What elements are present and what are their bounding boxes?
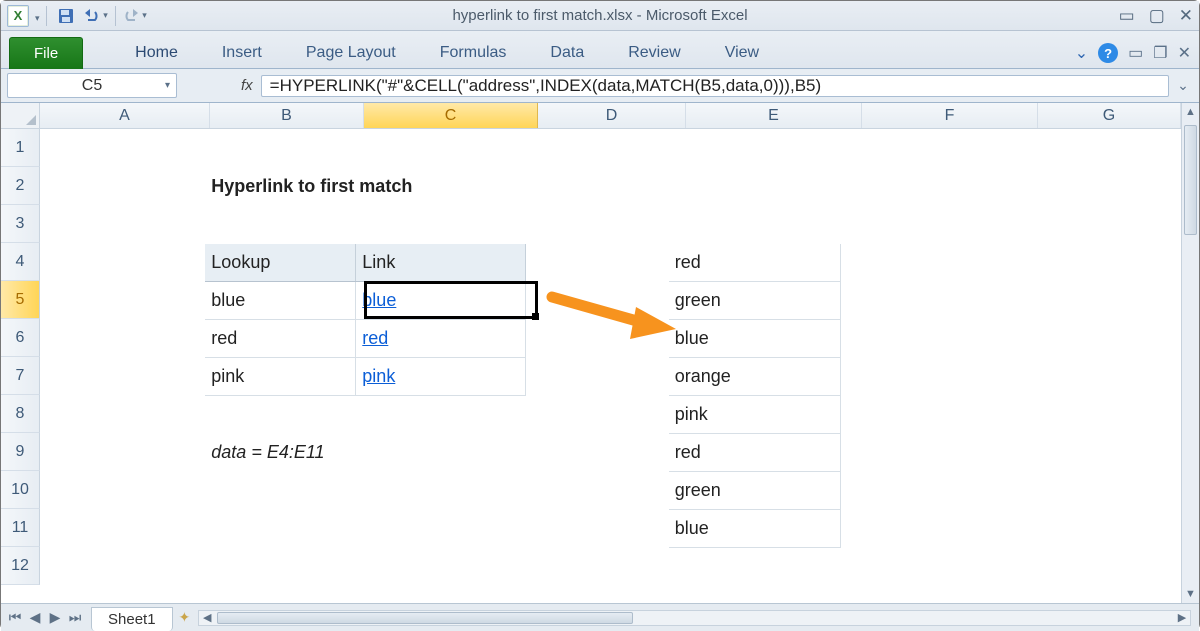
cell-B6[interactable]: red <box>205 320 356 358</box>
hyperlink[interactable]: blue <box>362 290 396 310</box>
help-icon[interactable]: ? <box>1098 43 1118 63</box>
scroll-down-icon[interactable]: ▼ <box>1182 585 1199 603</box>
ribbon-minimize-chevron-icon[interactable]: ⌄ <box>1075 43 1088 63</box>
cell-E10[interactable]: green <box>668 472 840 510</box>
vertical-scrollbar[interactable]: ▲ ▼ <box>1181 103 1199 603</box>
row-header-12[interactable]: 12 <box>1 547 40 585</box>
tab-insert[interactable]: Insert <box>200 38 284 68</box>
row-header-4[interactable]: 4 <box>1 243 40 281</box>
redo-icon[interactable] <box>122 4 148 28</box>
new-sheet-icon[interactable]: ✦ <box>179 609 191 626</box>
col-header-D[interactable]: D <box>538 103 686 128</box>
hscroll-left-icon[interactable]: ◀ <box>199 611 215 625</box>
ribbon-tabs: File Home Insert Page Layout Formulas Da… <box>1 31 1199 69</box>
workbook-restore-icon[interactable]: ❐ <box>1153 43 1167 63</box>
undo-icon[interactable] <box>83 4 109 28</box>
cell-E6[interactable]: blue <box>668 320 840 358</box>
scroll-thumb[interactable] <box>1184 125 1197 235</box>
col-header-B[interactable]: B <box>210 103 364 128</box>
cell-C5[interactable]: blue <box>356 282 525 320</box>
row-header-5[interactable]: 5 <box>1 281 40 319</box>
tab-review[interactable]: Review <box>606 38 702 68</box>
excel-logo-icon: X <box>7 5 29 27</box>
hyperlink[interactable]: pink <box>362 366 395 386</box>
workbook-close-icon[interactable]: ✕ <box>1178 43 1191 63</box>
sheet-nav-last-icon[interactable]: ⏭ <box>65 608 85 628</box>
tab-data[interactable]: Data <box>528 38 606 68</box>
tab-view[interactable]: View <box>703 38 781 68</box>
fx-label[interactable]: fx <box>237 77 257 94</box>
formula-bar: C5 ✕ ✓ fx =HYPERLINK("#"&CELL("address",… <box>1 69 1199 103</box>
row-header-8[interactable]: 8 <box>1 395 40 433</box>
formula-expand-icon[interactable]: ⌄ <box>1173 77 1193 94</box>
cell-E4[interactable]: red <box>668 244 840 282</box>
col-header-C[interactable]: C <box>364 103 538 128</box>
row-header-10[interactable]: 10 <box>1 471 40 509</box>
row-header-7[interactable]: 7 <box>1 357 40 395</box>
column-headers: A B C D E F G <box>40 103 1181 129</box>
sheet-nav-first-icon[interactable]: ⏮ <box>5 608 25 628</box>
col-header-E[interactable]: E <box>686 103 862 128</box>
cell-E9[interactable]: red <box>668 434 840 472</box>
cell-E5[interactable]: green <box>668 282 840 320</box>
workbook-minimize-icon[interactable]: ▭ <box>1128 43 1143 63</box>
cell-E7[interactable]: orange <box>668 358 840 396</box>
row-header-2[interactable]: 2 <box>1 167 40 205</box>
cell-E8[interactable]: pink <box>668 396 840 434</box>
title-bar: X hyperlink to first match.xlsx - Micros… <box>1 1 1199 31</box>
tab-page-layout[interactable]: Page Layout <box>284 38 418 68</box>
cell-C4[interactable]: Link <box>356 244 525 282</box>
sheet-nav-next-icon[interactable]: ▶ <box>45 608 65 628</box>
file-tab[interactable]: File <box>9 37 83 69</box>
cell-area[interactable]: Hyperlink to first match Lookup Link red… <box>40 129 1181 603</box>
hyperlink[interactable]: red <box>362 328 388 348</box>
maximize-icon[interactable]: ▢ <box>1149 6 1165 26</box>
scroll-up-icon[interactable]: ▲ <box>1182 103 1199 121</box>
row-header-3[interactable]: 3 <box>1 205 40 243</box>
name-box[interactable]: C5 <box>7 73 177 98</box>
col-header-F[interactable]: F <box>862 103 1038 128</box>
cell-C7[interactable]: pink <box>356 358 525 396</box>
close-icon[interactable]: ✕ <box>1179 6 1193 26</box>
named-range-note: data = E4:E11 <box>205 434 525 472</box>
hscroll-right-icon[interactable]: ▶ <box>1174 611 1190 625</box>
cell-B4[interactable]: Lookup <box>205 244 356 282</box>
arrow-icon <box>544 281 684 341</box>
qat-app-dropdown[interactable] <box>33 8 40 24</box>
row-header-1[interactable]: 1 <box>1 129 40 167</box>
cell-C6[interactable]: red <box>356 320 525 358</box>
col-header-A[interactable]: A <box>40 103 210 128</box>
cell-B5[interactable]: blue <box>205 282 356 320</box>
sheet-tab-sheet1[interactable]: Sheet1 <box>91 607 173 631</box>
sheet-nav-buttons: ⏮ ◀ ▶ ⏭ <box>5 608 85 628</box>
cell-E11[interactable]: blue <box>668 510 840 548</box>
formula-input[interactable]: =HYPERLINK("#"&CELL("address",INDEX(data… <box>261 75 1169 97</box>
save-icon[interactable] <box>53 4 79 28</box>
quick-access-toolbar: X <box>7 4 148 28</box>
window-controls: ▭ ▢ ✕ <box>1119 6 1193 26</box>
cell-B7[interactable]: pink <box>205 358 356 396</box>
row-headers: 1 2 3 4 5 6 7 8 9 10 11 12 <box>1 129 40 585</box>
minimize-icon[interactable]: ▭ <box>1119 6 1135 26</box>
tab-formulas[interactable]: Formulas <box>418 38 529 68</box>
sheet-nav-prev-icon[interactable]: ◀ <box>25 608 45 628</box>
horizontal-scrollbar[interactable]: ◀ ▶ <box>198 610 1191 626</box>
sheet-tab-bar: ⏮ ◀ ▶ ⏭ Sheet1 ✦ ◀ ▶ <box>1 603 1199 631</box>
window-title: hyperlink to first match.xlsx - Microsof… <box>452 7 747 24</box>
sheet-title: Hyperlink to first match <box>205 168 668 206</box>
tab-home[interactable]: Home <box>113 38 200 68</box>
select-all-corner[interactable] <box>1 103 40 129</box>
row-header-11[interactable]: 11 <box>1 509 40 547</box>
row-header-6[interactable]: 6 <box>1 319 40 357</box>
col-header-G[interactable]: G <box>1038 103 1181 128</box>
worksheet-grid[interactable]: A B C D E F G 1 2 3 4 5 6 7 8 9 10 11 12… <box>1 103 1199 603</box>
hscroll-thumb[interactable] <box>217 612 633 624</box>
row-header-9[interactable]: 9 <box>1 433 40 471</box>
